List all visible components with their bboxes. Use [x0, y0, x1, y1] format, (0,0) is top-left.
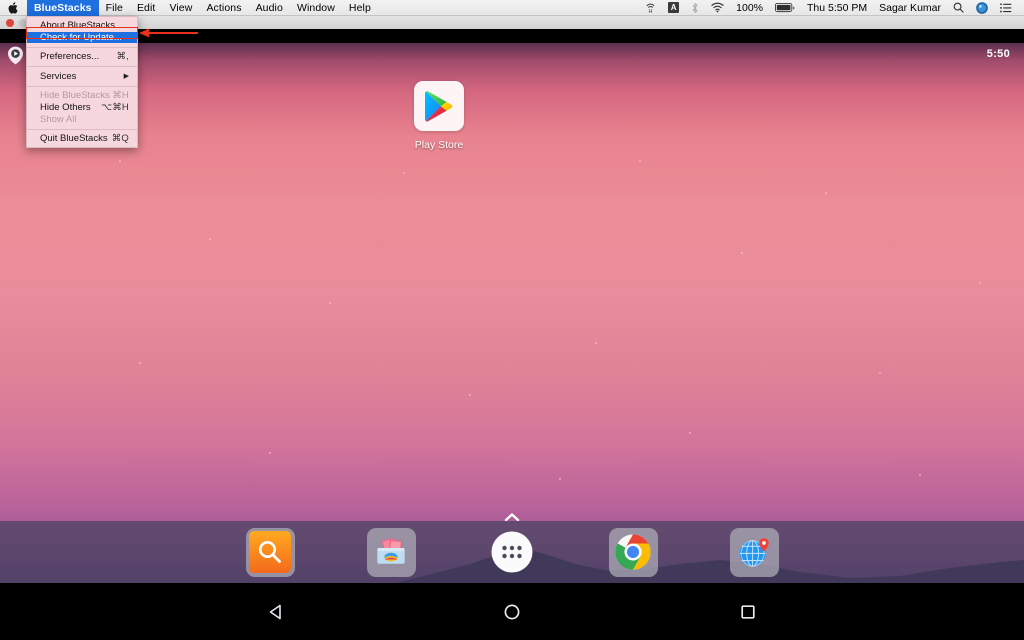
- input-source-badge[interactable]: A: [662, 0, 685, 16]
- menu-separator: [27, 46, 137, 48]
- bluestacks-window: 5:50 Play Store: [0, 16, 1024, 640]
- dock-item-gallery[interactable]: [366, 527, 416, 577]
- menu-item-hide-bluestacks: Hide BlueStacks ⌘H: [27, 90, 137, 102]
- menu-item-label: Quit BlueStacks: [40, 133, 108, 145]
- menu-item-shortcut: ⌘Q: [111, 133, 129, 145]
- android-screen: 5:50 Play Store: [0, 43, 1024, 640]
- menu-separator: [27, 66, 137, 68]
- battery-percent-label: 100%: [736, 1, 763, 14]
- menu-separator: [27, 128, 137, 130]
- svg-text:H: H: [649, 9, 653, 14]
- menu-item-check-for-update[interactable]: Check for Update...: [27, 31, 137, 44]
- dock-item-app-drawer[interactable]: [488, 528, 537, 577]
- siri-icon[interactable]: [970, 0, 994, 16]
- desktop-app-label: Play Store: [414, 139, 464, 151]
- menu-bar-username[interactable]: Sagar Kumar: [873, 0, 947, 16]
- menu-item-label: Check for Update...: [40, 31, 122, 43]
- android-status-bar: 5:50: [824, 43, 1024, 65]
- menu-edit[interactable]: Edit: [130, 0, 163, 16]
- menu-help[interactable]: Help: [342, 0, 378, 16]
- menu-item-about-bluestacks[interactable]: About BlueStacks: [27, 20, 137, 32]
- battery-full-icon[interactable]: [769, 0, 801, 16]
- nav-back-triangle-icon[interactable]: [263, 599, 289, 625]
- menu-window[interactable]: Window: [290, 0, 342, 16]
- macos-menu-bar: BlueStacks File Edit View Actions Audio …: [0, 0, 1024, 16]
- android-dock: [0, 521, 1024, 583]
- nav-home-circle-icon[interactable]: [499, 599, 525, 625]
- menu-bar-left: BlueStacks File Edit View Actions Audio …: [0, 0, 378, 16]
- android-clock: 5:50: [986, 48, 1010, 60]
- bluetooth-icon[interactable]: [685, 0, 705, 16]
- menu-bar-status-area: H A 100% Thu 5:50 PM Sagar Kumar: [639, 0, 1024, 16]
- menu-item-shortcut: ⌘,: [116, 51, 129, 63]
- dock-item-browser[interactable]: [729, 527, 779, 577]
- bluestacks-play-logo-icon: [7, 46, 24, 65]
- menu-actions[interactable]: Actions: [199, 0, 248, 16]
- nav-recents-square-icon[interactable]: [735, 599, 761, 625]
- input-source-letter: A: [668, 2, 680, 13]
- dock-item-search[interactable]: [245, 527, 295, 577]
- hotspot-tethering-icon[interactable]: H: [639, 0, 662, 16]
- spotlight-search-icon[interactable]: [947, 0, 970, 16]
- menu-item-preferences[interactable]: Preferences... ⌘,: [27, 51, 137, 63]
- menu-item-label: Hide BlueStacks: [40, 90, 110, 102]
- android-navigation-bar: [0, 583, 1024, 640]
- menu-item-label: Hide Others: [40, 101, 91, 113]
- dock-item-chrome[interactable]: [608, 527, 658, 577]
- menu-item-label: About BlueStacks: [40, 20, 115, 31]
- menu-file[interactable]: File: [99, 0, 130, 16]
- menu-bar-clock[interactable]: Thu 5:50 PM: [801, 0, 873, 16]
- desktop-app-play-store[interactable]: Play Store: [412, 81, 466, 151]
- menu-item-show-all: Show All: [27, 114, 137, 126]
- menu-item-label: Services: [40, 70, 77, 82]
- menu-item-shortcut: ⌥⌘H: [101, 101, 129, 113]
- menu-audio[interactable]: Audio: [249, 0, 290, 16]
- menu-bluestacks[interactable]: BlueStacks: [27, 0, 99, 16]
- screen: BlueStacks File Edit View Actions Audio …: [0, 0, 1024, 640]
- wifi-icon[interactable]: [705, 0, 730, 16]
- apple-logo-icon[interactable]: [0, 0, 27, 16]
- menu-item-label: Preferences...: [40, 51, 100, 63]
- annotation-arrow-icon: [139, 28, 198, 38]
- menu-item-shortcut: ⌘H: [112, 90, 129, 102]
- menu-item-hide-others[interactable]: Hide Others ⌥⌘H: [27, 102, 137, 114]
- menu-item-label: Show All: [40, 113, 77, 125]
- menu-separator: [27, 85, 137, 87]
- window-close-button[interactable]: [6, 18, 14, 27]
- notification-center-icon[interactable]: [994, 0, 1018, 16]
- bluestacks-app-menu: About BlueStacks Check for Update... Pre…: [26, 16, 138, 148]
- menu-item-quit-bluestacks[interactable]: Quit BlueStacks ⌘Q: [27, 133, 137, 145]
- submenu-arrow-icon: ▶: [123, 72, 129, 80]
- menu-view[interactable]: View: [162, 0, 199, 16]
- google-play-store-icon: [414, 81, 464, 131]
- menu-item-services[interactable]: Services ▶: [27, 71, 137, 83]
